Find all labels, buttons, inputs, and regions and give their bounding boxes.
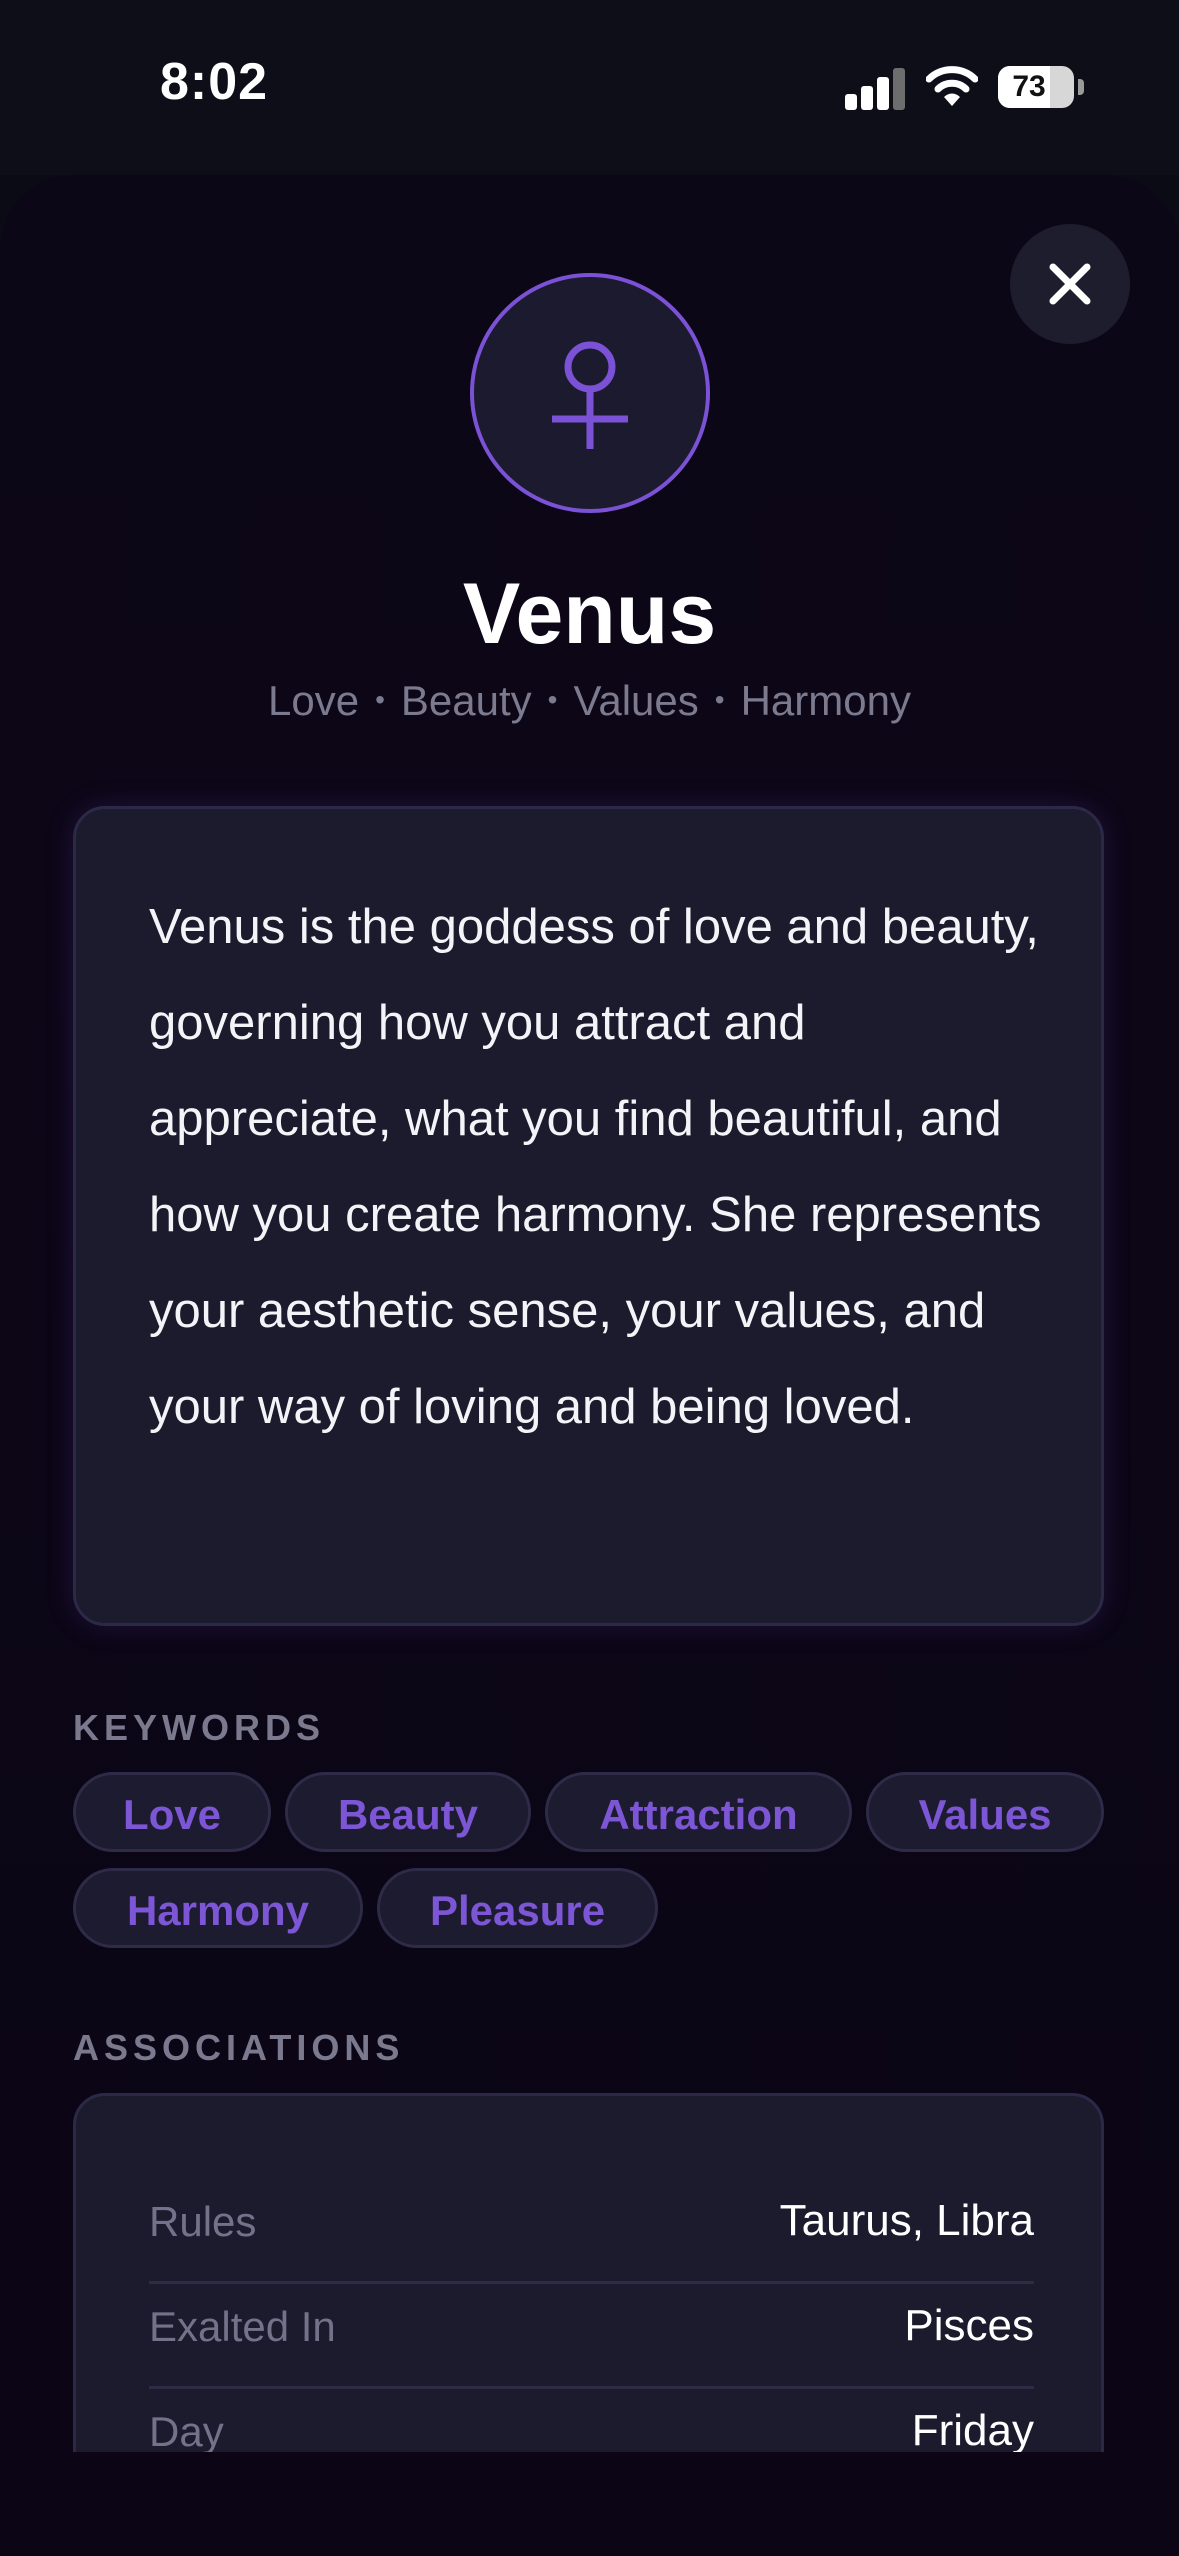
- theme-item: Harmony: [740, 677, 911, 724]
- association-value: Friday: [911, 2406, 1034, 2455]
- association-label: Exalted In: [149, 2303, 336, 2350]
- keywords-heading: KEYWORDS: [73, 1707, 326, 1748]
- bottom-mask: [0, 2452, 1179, 2556]
- wifi-icon: [925, 62, 979, 108]
- planet-symbol-badge: [470, 273, 710, 513]
- association-row-rules: Rules Taurus, Libra: [149, 2176, 1034, 2281]
- planet-description: Venus is the goddess of love and beauty,…: [149, 900, 1042, 1434]
- status-bar: 8:02 73: [0, 0, 1179, 175]
- battery-icon: 73: [998, 66, 1074, 108]
- association-label: Day: [149, 2408, 224, 2455]
- planet-detail-sheet: Venus Love • Beauty • Values • Harmony Venus i…: [0, 175, 1179, 2556]
- signal-icon: [845, 68, 905, 110]
- keyword-chip[interactable]: Love: [73, 1772, 271, 1852]
- theme-item: Love: [268, 677, 360, 724]
- planet-themes: Love • Beauty • Values • Harmony: [268, 677, 911, 724]
- association-value: Pisces: [904, 2301, 1034, 2350]
- description-card: Venus is the goddess of love and beauty,…: [73, 806, 1104, 1626]
- association-row-exalted: Exalted In Pisces: [149, 2281, 1034, 2386]
- close-icon: [1049, 263, 1091, 305]
- venus-symbol-icon: [552, 341, 628, 449]
- keyword-chip[interactable]: Pleasure: [377, 1868, 658, 1948]
- battery-cap: [1078, 79, 1084, 95]
- status-time: 8:02: [160, 53, 269, 111]
- planet-name: Venus: [462, 566, 717, 662]
- keyword-chip[interactable]: Beauty: [285, 1772, 531, 1852]
- association-label: Rules: [149, 2198, 257, 2245]
- keyword-chip[interactable]: Values: [866, 1772, 1104, 1852]
- battery-level: 73: [1012, 70, 1046, 103]
- associations-heading: ASSOCIATIONS: [73, 2027, 405, 2068]
- theme-item: Values: [573, 677, 699, 724]
- close-button[interactable]: [1010, 224, 1130, 344]
- keyword-chip[interactable]: Harmony: [73, 1868, 363, 1948]
- theme-item: Beauty: [400, 677, 532, 724]
- keyword-chip[interactable]: Attraction: [545, 1772, 852, 1852]
- association-value: Taurus, Libra: [779, 2196, 1034, 2245]
